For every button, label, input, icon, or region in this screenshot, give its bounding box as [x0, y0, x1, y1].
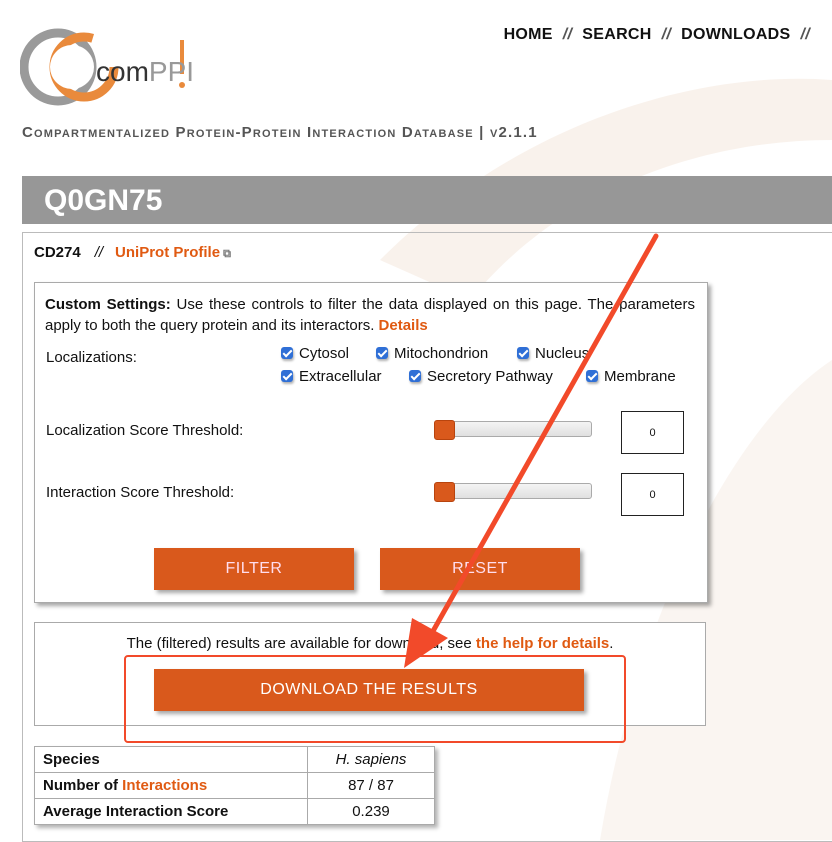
checkbox-checked-icon[interactable] — [281, 347, 293, 359]
help-link[interactable]: the help for details — [476, 635, 609, 652]
page-title: Q0GN75 — [44, 184, 163, 217]
uniprot-profile-link[interactable]: UniProt Profile — [115, 244, 220, 261]
checkbox-checked-icon[interactable] — [409, 370, 421, 382]
checkbox-mitochondrion[interactable]: Mitochondrion — [376, 345, 488, 362]
nav-home[interactable]: HOME — [504, 26, 553, 43]
slider-handle[interactable] — [434, 482, 455, 502]
localizations-label: Localizations: — [46, 349, 137, 366]
int-threshold-input[interactable]: 0 — [621, 473, 684, 516]
loc-threshold-slider[interactable] — [434, 420, 592, 440]
logo-text: comPPI — [96, 56, 195, 87]
compartments-logo[interactable]: comPPI — [19, 22, 195, 112]
top-nav: HOME//SEARCH//DOWNLOADS// — [503, 26, 810, 43]
int-threshold-slider[interactable] — [434, 482, 592, 502]
annotation-highlight-box — [124, 655, 626, 743]
external-link-icon: ⧉ — [223, 248, 231, 260]
settings-description: Custom Settings: Use these controls to f… — [45, 296, 696, 334]
checkbox-extracellular[interactable]: Extracellular — [281, 368, 382, 385]
species-label: Species — [34, 746, 308, 773]
table-row: Species H. sapiens — [34, 746, 435, 773]
table-row: Number of Interactions 87 / 87 — [34, 772, 435, 799]
checkbox-secretory-pathway[interactable]: Secretory Pathway — [409, 368, 553, 385]
custom-settings-panel: Custom Settings: Use these controls to f… — [34, 282, 708, 603]
checkbox-checked-icon[interactable] — [586, 370, 598, 382]
checkbox-checked-icon[interactable] — [281, 370, 293, 382]
protein-stats-table: Species H. sapiens Number of Interaction… — [34, 746, 435, 825]
download-description: The (filtered) results are available for… — [126, 635, 614, 652]
gene-name: CD274 — [34, 244, 81, 261]
interactions-value: 87 / 87 — [307, 772, 435, 799]
species-value: H. sapiens — [307, 746, 435, 773]
avg-score-value: 0.239 — [307, 798, 435, 825]
nav-downloads[interactable]: DOWNLOADS — [681, 26, 790, 43]
site-tagline: Compartmentalized Protein-Protein Intera… — [22, 124, 538, 141]
details-link[interactable]: Details — [379, 317, 428, 334]
page-title-bar: Q0GN75 — [22, 176, 832, 224]
nav-search[interactable]: SEARCH — [582, 26, 651, 43]
reset-button[interactable]: RESET — [380, 548, 580, 590]
loc-threshold-label: Localization Score Threshold: — [46, 422, 244, 439]
interactions-label: Number of Interactions — [34, 772, 308, 799]
filter-button[interactable]: FILTER — [154, 548, 354, 590]
checkbox-checked-icon[interactable] — [376, 347, 388, 359]
protein-header: CD274//UniProt Profile ⧉ — [34, 244, 231, 261]
loc-threshold-input[interactable]: 0 — [621, 411, 684, 454]
checkbox-membrane[interactable]: Membrane — [586, 368, 676, 385]
checkbox-cytosol[interactable]: Cytosol — [281, 345, 349, 362]
avg-score-label: Average Interaction Score — [34, 798, 308, 825]
checkbox-checked-icon[interactable] — [517, 347, 529, 359]
interactions-link[interactable]: Interactions — [122, 777, 207, 794]
table-row: Average Interaction Score 0.239 — [34, 798, 435, 825]
int-threshold-label: Interaction Score Threshold: — [46, 484, 235, 501]
checkbox-nucleus[interactable]: Nucleus — [517, 345, 589, 362]
slider-handle[interactable] — [434, 420, 455, 440]
